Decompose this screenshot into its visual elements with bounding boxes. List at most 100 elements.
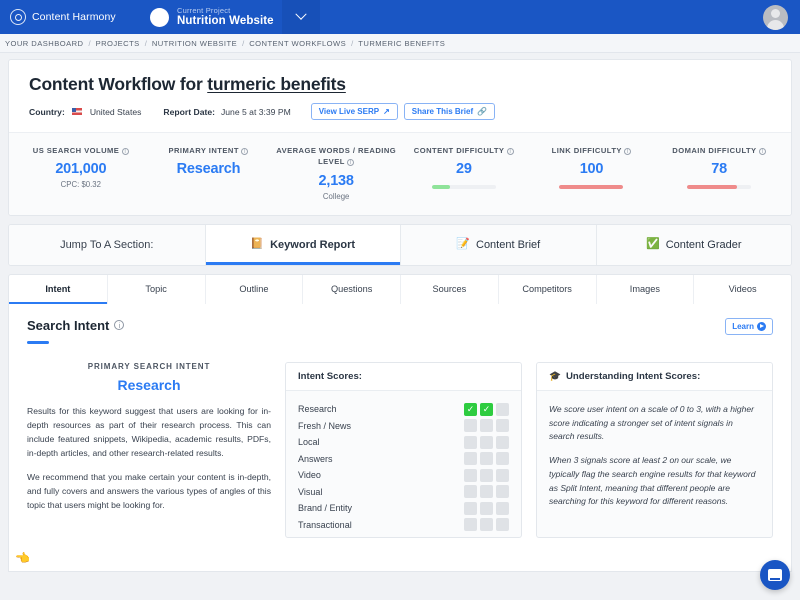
understanding-paragraph-1: We score user intent on a scale of 0 to … bbox=[549, 403, 760, 444]
top-navigation-bar: Content Harmony Current Project Nutritio… bbox=[0, 0, 800, 34]
title-underline-rule bbox=[27, 341, 49, 344]
section-tab-keyword-report[interactable]: 📔 Keyword Report bbox=[205, 225, 401, 265]
breadcrumb-item-content-workflows[interactable]: CONTENT WORKFLOWS bbox=[249, 39, 346, 48]
score-pip-empty bbox=[496, 436, 509, 449]
breadcrumb-item-dashboard[interactable]: YOUR DASHBOARD bbox=[5, 39, 83, 48]
metric-us-search-volume: US SEARCH VOLUME i 201,000 CPC: $0.32 bbox=[17, 145, 145, 201]
metric-link-difficulty: LINK DIFFICULTY i 100 bbox=[528, 145, 656, 201]
metric-label: PRIMARY INTENT i bbox=[145, 145, 273, 156]
intent-description-paragraph-2: We recommend that you make certain your … bbox=[27, 471, 271, 513]
score-pip-filled: ✓ bbox=[480, 403, 493, 416]
info-icon[interactable]: i bbox=[347, 159, 354, 166]
metric-sub: College bbox=[272, 192, 400, 201]
search-intent-title: Search Intent bbox=[27, 318, 109, 333]
score-pip-empty bbox=[496, 452, 509, 465]
intent-score-row: Fresh / News bbox=[298, 419, 509, 432]
understanding-intent-scores-title: 🎓 Understanding Intent Scores: bbox=[537, 363, 772, 391]
pointing-hand-icon: 👈 bbox=[15, 551, 30, 565]
score-pip-empty bbox=[480, 452, 493, 465]
current-project-label: Current Project bbox=[177, 7, 274, 15]
metric-content-difficulty: CONTENT DIFFICULTY i 29 bbox=[400, 145, 528, 201]
tab-outline[interactable]: Outline bbox=[205, 275, 303, 304]
understanding-paragraph-2: When 3 signals score at least 2 on our s… bbox=[549, 454, 760, 509]
metric-label: DOMAIN DIFFICULTY i bbox=[655, 145, 783, 156]
intent-score-pips bbox=[464, 518, 509, 531]
intent-score-row: Research ✓✓ bbox=[298, 403, 509, 416]
difficulty-bar bbox=[559, 185, 623, 189]
graduation-cap-icon: 🎓 bbox=[549, 371, 561, 382]
country-label: Country: bbox=[29, 107, 65, 117]
workflow-header-card: Content Workflow for turmeric benefits C… bbox=[8, 59, 792, 216]
breadcrumb-item-projects[interactable]: PROJECTS bbox=[96, 39, 140, 48]
intent-score-label: Local bbox=[298, 437, 320, 447]
info-icon[interactable]: i bbox=[759, 148, 766, 155]
score-pip-empty bbox=[496, 469, 509, 482]
breadcrumb: YOUR DASHBOARD / PROJECTS / NUTRITION WE… bbox=[0, 34, 800, 53]
intent-score-pips: ✓✓ bbox=[464, 403, 509, 416]
metric-label: AVERAGE WORDS / READING LEVEL i bbox=[272, 145, 400, 168]
tab-competitors[interactable]: Competitors bbox=[498, 275, 596, 304]
jump-to-section-label: Jump To A Section: bbox=[9, 225, 205, 265]
score-pip-empty bbox=[464, 485, 477, 498]
score-pip-empty bbox=[480, 436, 493, 449]
brand-name: Content Harmony bbox=[32, 11, 116, 23]
metric-sub: CPC: $0.32 bbox=[17, 180, 145, 189]
score-pip-empty bbox=[464, 502, 477, 515]
info-icon[interactable]: i bbox=[122, 148, 129, 155]
tab-sources[interactable]: Sources bbox=[400, 275, 498, 304]
breadcrumb-separator: / bbox=[242, 39, 244, 48]
project-dropdown-button[interactable] bbox=[282, 0, 320, 34]
score-pip-empty bbox=[480, 502, 493, 515]
metric-label: US SEARCH VOLUME i bbox=[17, 145, 145, 156]
intent-score-label: Brand / Entity bbox=[298, 503, 352, 513]
breadcrumb-item-turmeric-benefits[interactable]: TURMERIC BENEFITS bbox=[358, 39, 445, 48]
metrics-row: US SEARCH VOLUME i 201,000 CPC: $0.32 PR… bbox=[9, 132, 791, 215]
section-tab-label: Content Grader bbox=[666, 239, 742, 251]
external-link-icon: ↗ bbox=[383, 107, 390, 116]
info-icon[interactable]: i bbox=[624, 148, 631, 155]
info-icon[interactable]: i bbox=[114, 320, 124, 330]
tab-questions[interactable]: Questions bbox=[302, 275, 400, 304]
intent-score-row: Transactional bbox=[298, 518, 509, 531]
notebook-icon: 📔 bbox=[250, 239, 264, 250]
score-pip-empty bbox=[496, 403, 509, 416]
tab-topic[interactable]: Topic bbox=[107, 275, 205, 304]
metric-value: 78 bbox=[655, 161, 783, 177]
metric-primary-intent: PRIMARY INTENT i Research bbox=[145, 145, 273, 201]
content-harmony-logo-icon bbox=[10, 9, 26, 25]
current-project-selector[interactable]: Current Project Nutrition Website bbox=[150, 0, 274, 34]
score-pip-empty bbox=[464, 452, 477, 465]
intent-score-pips bbox=[464, 469, 509, 482]
chevron-down-icon bbox=[295, 9, 306, 20]
current-project-name: Nutrition Website bbox=[177, 15, 274, 28]
intent-score-label: Research bbox=[298, 404, 337, 414]
tab-videos[interactable]: Videos bbox=[693, 275, 791, 304]
view-live-serp-button[interactable]: View Live SERP ↗ bbox=[311, 103, 398, 120]
brand-logo-area[interactable]: Content Harmony bbox=[0, 9, 140, 25]
learn-button[interactable]: Learn bbox=[725, 318, 773, 335]
intent-score-label: Transactional bbox=[298, 520, 352, 530]
score-pip-empty bbox=[464, 469, 477, 482]
memo-icon: 📝 bbox=[456, 239, 470, 250]
intent-scores-list: Research✓✓Fresh / NewsLocalAnswersVideoV… bbox=[286, 391, 521, 532]
chat-support-button[interactable] bbox=[760, 560, 790, 590]
search-intent-heading: Search Intent i bbox=[27, 318, 124, 333]
intent-scores-title: Intent Scores: bbox=[286, 363, 521, 391]
info-icon[interactable]: i bbox=[241, 148, 248, 155]
tab-intent[interactable]: Intent bbox=[9, 275, 107, 304]
breadcrumb-item-nutrition-website[interactable]: NUTRITION WEBSITE bbox=[152, 39, 237, 48]
score-pip-empty bbox=[496, 485, 509, 498]
section-tab-content-brief[interactable]: 📝 Content Brief bbox=[400, 225, 596, 265]
section-tab-label: Keyword Report bbox=[270, 239, 355, 251]
section-tab-content-grader[interactable]: ✅ Content Grader bbox=[596, 225, 792, 265]
breadcrumb-separator: / bbox=[145, 39, 147, 48]
difficulty-bar bbox=[432, 185, 496, 189]
user-avatar[interactable] bbox=[763, 5, 788, 30]
metric-value: 100 bbox=[528, 161, 656, 177]
share-this-brief-button[interactable]: Share This Brief 🔗 bbox=[404, 103, 495, 120]
intent-score-row: Video bbox=[298, 469, 509, 482]
page-title-keyword: turmeric benefits bbox=[207, 74, 346, 94]
info-icon[interactable]: i bbox=[507, 148, 514, 155]
understanding-title-text: Understanding Intent Scores: bbox=[566, 371, 700, 382]
tab-images[interactable]: Images bbox=[596, 275, 694, 304]
